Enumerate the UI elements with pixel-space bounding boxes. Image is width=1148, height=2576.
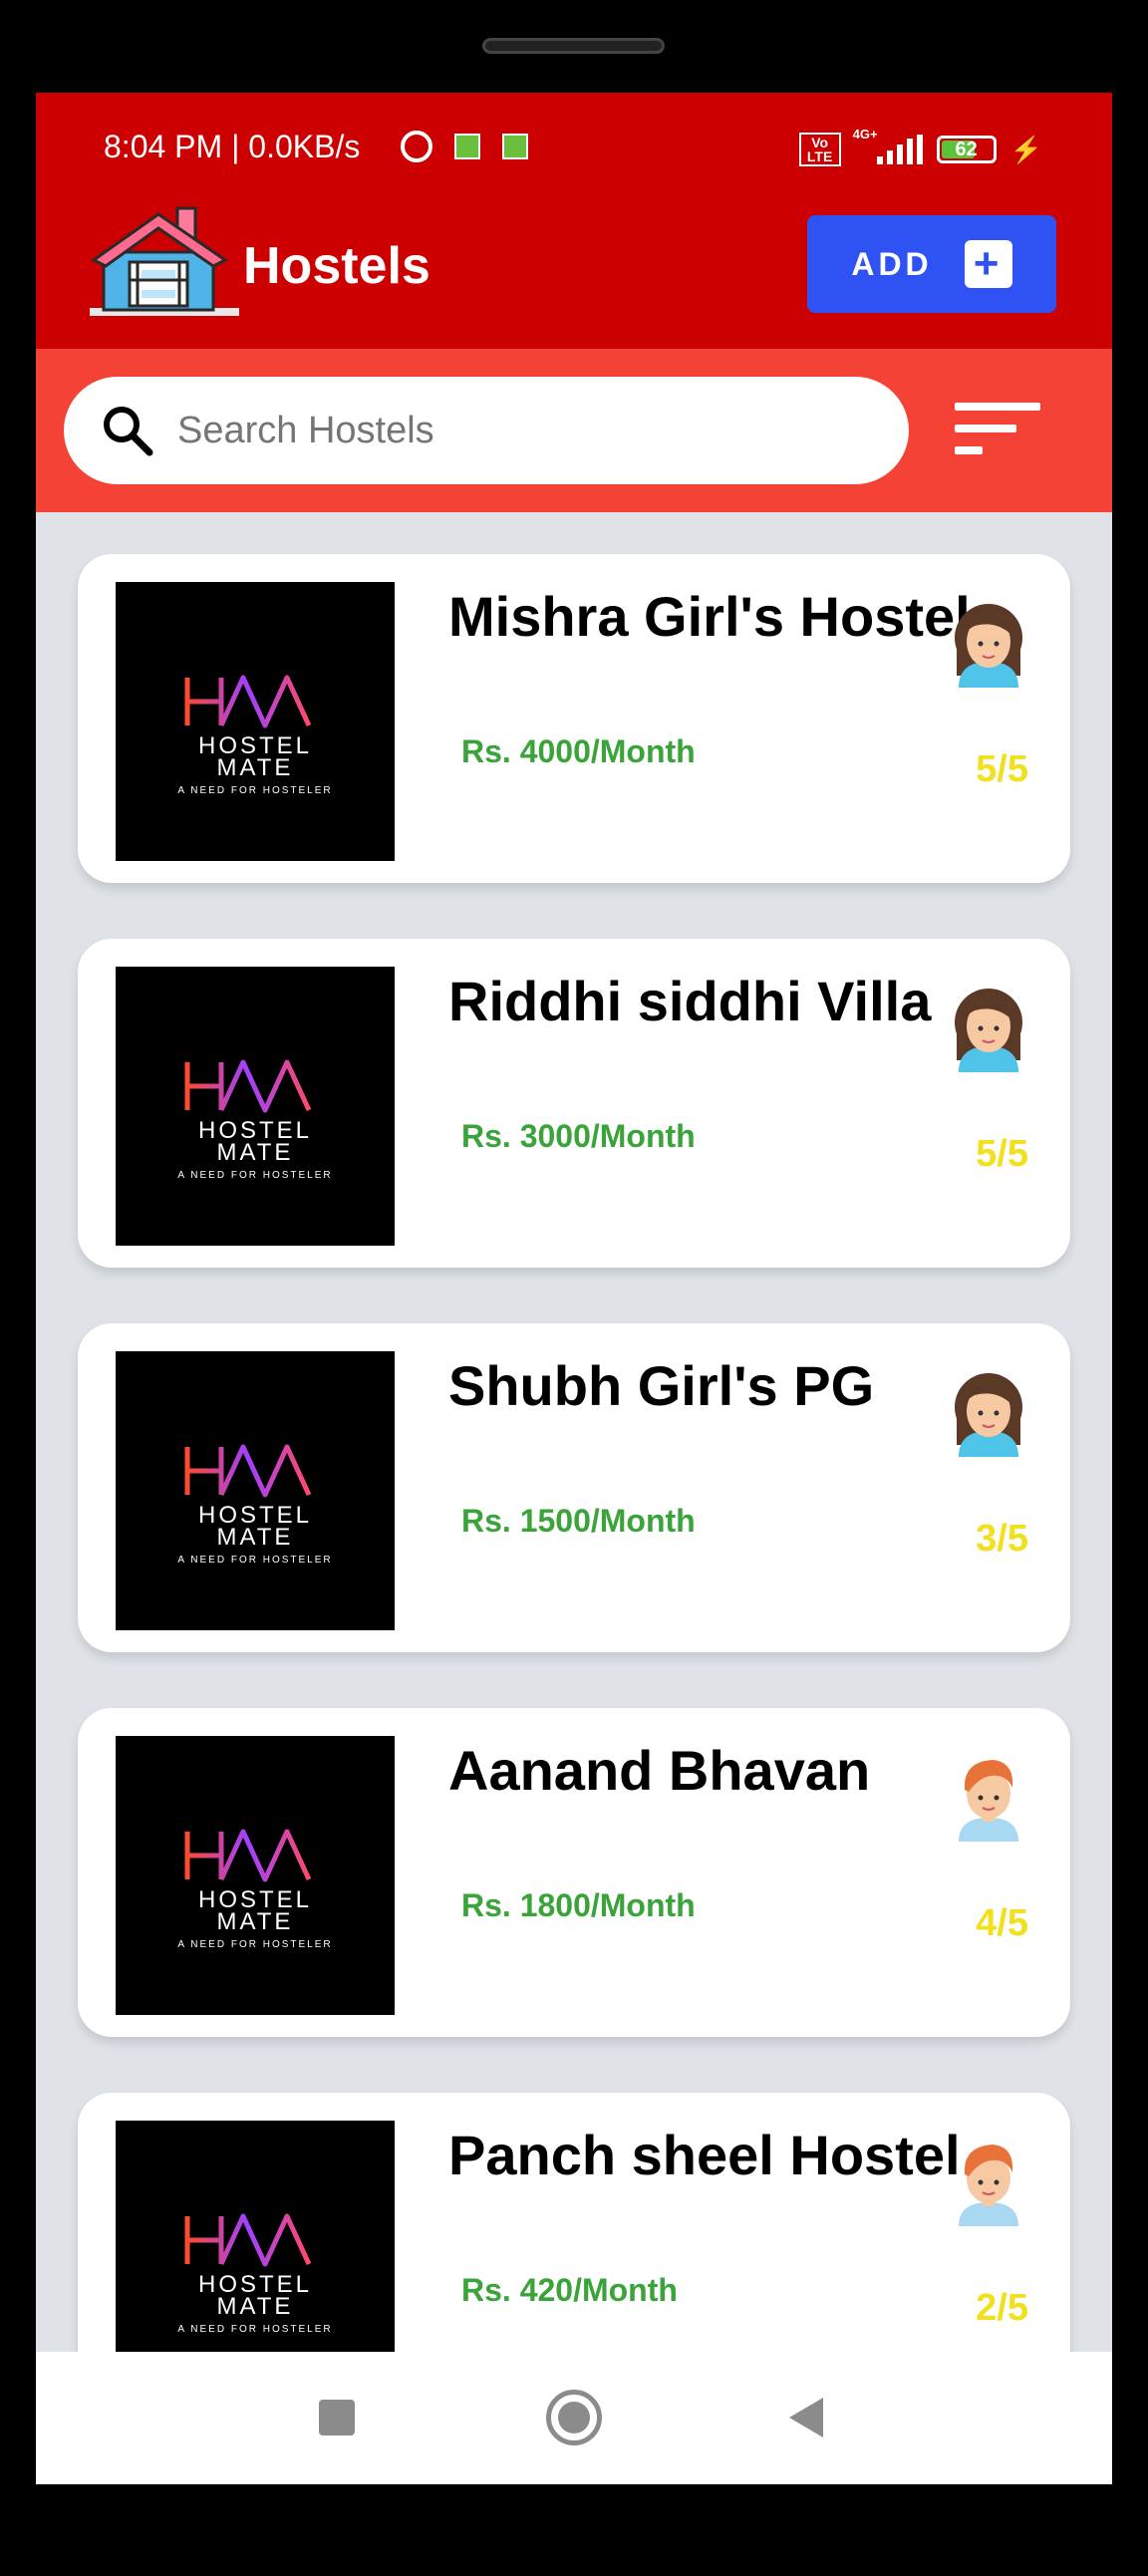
search-input[interactable] — [175, 408, 877, 453]
hostel-list[interactable]: HOSTEL MATE A NEED FOR HOSTELER Mishra G… — [36, 512, 1112, 2352]
hostel-rating: 2/5 — [976, 2287, 1028, 2329]
hostel-price: Rs. 4000/Month — [461, 733, 696, 769]
status-indicators: Vo LTE 4G+ 62 ⚡ — [798, 127, 1042, 166]
alarm-icon — [401, 131, 432, 162]
hostel-thumbnail: HOSTEL MATE A NEED FOR HOSTELER — [116, 967, 395, 1246]
add-button-label: ADD — [851, 245, 933, 282]
signal-icon: 4G+ — [853, 127, 923, 164]
hostel-mate-logo-icon: HOSTEL MATE A NEED FOR HOSTELER — [177, 1059, 332, 1181]
battery-level: 62 — [955, 138, 978, 160]
hostel-mate-logo-icon: HOSTEL MATE A NEED FOR HOSTELER — [177, 1829, 332, 1950]
page-title: Hostels — [243, 237, 430, 295]
filter-icon[interactable] — [955, 399, 1040, 460]
app-screen: 8:04 PM | 0.0KB/s Vo LTE 4G+ 62 ⚡ Hostel… — [36, 93, 1112, 2484]
plus-icon: + — [964, 240, 1012, 288]
girl-avatar-icon — [955, 989, 1022, 1072]
search-bar — [36, 349, 1112, 512]
logo-tagline: A NEED FOR HOSTELER — [177, 785, 332, 796]
add-hostel-button[interactable]: ADD + — [807, 215, 1056, 313]
hostel-rating: 3/5 — [976, 1518, 1028, 1560]
charging-icon: ⚡ — [1009, 134, 1042, 164]
phone-frame: 8:04 PM | 0.0KB/s Vo LTE 4G+ 62 ⚡ Hostel… — [0, 0, 1148, 2576]
house-bunkbed-icon — [90, 206, 239, 316]
logo-line2: MATE — [217, 1908, 294, 1935]
girl-avatar-icon — [955, 1373, 1022, 1457]
hostel-name: Mishra Girl's Hostel — [448, 585, 971, 648]
logo-tagline: A NEED FOR HOSTELER — [177, 1555, 332, 1566]
hostel-mate-logo-icon: HOSTEL MATE A NEED FOR HOSTELER — [177, 1444, 332, 1566]
logo-tagline: A NEED FOR HOSTELER — [177, 2324, 332, 2335]
hostel-card[interactable]: HOSTEL MATE A NEED FOR HOSTELER Riddhi s… — [78, 939, 1070, 1268]
hostel-thumbnail: HOSTEL MATE A NEED FOR HOSTELER — [116, 2121, 395, 2352]
hostel-price: Rs. 3000/Month — [461, 1118, 696, 1154]
app-bar: 8:04 PM | 0.0KB/s Vo LTE 4G+ 62 ⚡ Hostel… — [36, 93, 1112, 349]
app-notification-icon — [502, 134, 528, 159]
back-button[interactable] — [789, 2398, 823, 2437]
hostel-card[interactable]: HOSTEL MATE A NEED FOR HOSTELER Aanand B… — [78, 1708, 1070, 2037]
logo-line2: MATE — [217, 754, 294, 781]
hostel-card[interactable]: HOSTEL MATE A NEED FOR HOSTELER Shubh Gi… — [78, 1323, 1070, 1652]
hostel-rating: 4/5 — [976, 1902, 1028, 1944]
hostel-rating: 5/5 — [976, 1133, 1028, 1175]
girl-avatar-icon — [955, 604, 1022, 688]
hostel-name: Riddhi siddhi Villa — [448, 970, 932, 1032]
hostel-price: Rs. 1500/Month — [461, 1503, 696, 1539]
hostel-thumbnail: HOSTEL MATE A NEED FOR HOSTELER — [116, 1736, 395, 2015]
boy-avatar-icon — [959, 1760, 1018, 1842]
search-icon — [104, 407, 153, 456]
network-type: 4G+ — [852, 127, 878, 142]
volte-badge: Vo LTE — [798, 133, 841, 166]
hostel-name: Shubh Girl's PG — [448, 1354, 875, 1417]
logo-tagline: A NEED FOR HOSTELER — [177, 1939, 332, 1950]
recent-apps-button[interactable] — [319, 2400, 355, 2435]
hostel-thumbnail: HOSTEL MATE A NEED FOR HOSTELER — [116, 582, 395, 861]
logo-line2: MATE — [217, 2293, 294, 2320]
hostel-name: Panch sheel Hostel — [448, 2124, 961, 2186]
hostel-mate-logo-icon: HOSTEL MATE A NEED FOR HOSTELER — [177, 2213, 332, 2335]
hostel-card[interactable]: HOSTEL MATE A NEED FOR HOSTELER Panch sh… — [78, 2093, 1070, 2352]
app-notification-icon — [454, 134, 480, 159]
battery-icon: 62 — [936, 136, 997, 163]
system-nav-bar — [36, 2352, 1112, 2484]
search-box[interactable] — [64, 377, 909, 484]
status-time-speed: 8:04 PM | 0.0KB/s — [104, 129, 361, 164]
hostel-rating: 5/5 — [976, 748, 1028, 790]
home-button[interactable] — [546, 2390, 602, 2445]
hostel-thumbnail: HOSTEL MATE A NEED FOR HOSTELER — [116, 1351, 395, 1630]
logo-line2: MATE — [217, 1524, 294, 1551]
hostel-mate-logo-icon: HOSTEL MATE A NEED FOR HOSTELER — [177, 675, 332, 796]
boy-avatar-icon — [959, 2145, 1018, 2226]
hostel-card[interactable]: HOSTEL MATE A NEED FOR HOSTELER Mishra G… — [78, 554, 1070, 883]
logo-line2: MATE — [217, 1139, 294, 1166]
hostel-name: Aanand Bhavan — [448, 1739, 871, 1802]
hostel-price: Rs. 420/Month — [461, 2272, 678, 2308]
phone-speaker — [482, 38, 665, 54]
hostel-price: Rs. 1800/Month — [461, 1887, 696, 1923]
logo-tagline: A NEED FOR HOSTELER — [177, 1170, 332, 1181]
